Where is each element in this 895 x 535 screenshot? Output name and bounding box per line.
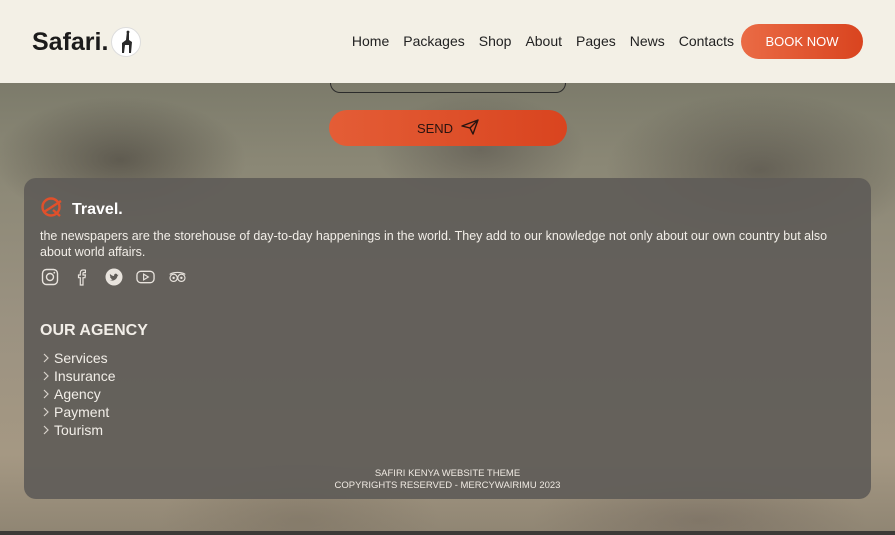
logo-text: Safari.: [32, 27, 109, 56]
chevron-right-icon: [42, 389, 54, 399]
agency-link-label: Agency: [54, 386, 101, 402]
nav-about[interactable]: About: [525, 33, 562, 49]
message-input[interactable]: [330, 83, 566, 93]
agency-link-payment[interactable]: Payment: [42, 403, 115, 421]
main-nav: Home Packages Shop About Pages News Cont…: [338, 33, 734, 49]
nav-packages[interactable]: Packages: [403, 33, 464, 49]
agency-links: Services Insurance Agency Payment Touris…: [42, 349, 115, 439]
copyright: SAFIRI KENYA WEBSITE THEME COPYRIGHTS RE…: [24, 468, 871, 492]
chevron-right-icon: [42, 371, 54, 381]
nav-shop[interactable]: Shop: [479, 33, 512, 49]
tripadvisor-icon[interactable]: [168, 267, 187, 286]
agency-link-agency[interactable]: Agency: [42, 385, 115, 403]
copyright-line-1: SAFIRI KENYA WEBSITE THEME: [374, 468, 521, 479]
send-label: SEND: [416, 120, 454, 136]
footer-brand[interactable]: Travel.: [40, 196, 123, 223]
footer-description: the newspapers are the storehouse of day…: [40, 229, 828, 259]
agency-link-tourism[interactable]: Tourism: [42, 421, 115, 439]
footer-brand-text: Travel.: [72, 200, 123, 218]
facebook-icon[interactable]: [72, 267, 91, 286]
travel-logo-icon: [40, 196, 64, 223]
agency-heading: OUR AGENCY: [40, 322, 148, 339]
send-button[interactable]: SEND: [329, 110, 567, 146]
agency-link-label: Tourism: [54, 422, 104, 438]
instagram-icon[interactable]: [40, 267, 59, 286]
site-header: Safari. Home Packages Shop About Pages N…: [0, 0, 895, 83]
copyright-line-2: COPYRIGHTS RESERVED - MERCYWAIRIMU 2023: [334, 480, 561, 491]
site-logo[interactable]: Safari.: [32, 27, 142, 57]
chevron-right-icon: [42, 353, 54, 363]
social-links: [40, 267, 187, 286]
agency-link-insurance[interactable]: Insurance: [42, 367, 115, 385]
giraffe-icon: [111, 27, 142, 57]
agency-link-label: Services: [54, 350, 108, 366]
footer-card: Travel. the newspapers are the storehous…: [24, 178, 871, 499]
nav-pages[interactable]: Pages: [576, 33, 616, 49]
agency-link-label: Payment: [54, 404, 110, 420]
page-bottom-bar: [0, 531, 895, 535]
twitter-icon[interactable]: [104, 267, 123, 286]
agency-link-services[interactable]: Services: [42, 349, 115, 367]
nav-news[interactable]: News: [630, 33, 665, 49]
nav-contacts[interactable]: Contacts: [679, 33, 734, 49]
agency-link-label: Insurance: [54, 368, 116, 384]
chevron-right-icon: [42, 425, 54, 435]
chevron-right-icon: [42, 407, 54, 417]
book-now-button[interactable]: BOOK NOW: [741, 24, 863, 59]
youtube-icon[interactable]: [136, 267, 155, 286]
nav-home[interactable]: Home: [352, 33, 389, 49]
paper-plane-icon: [461, 118, 479, 138]
